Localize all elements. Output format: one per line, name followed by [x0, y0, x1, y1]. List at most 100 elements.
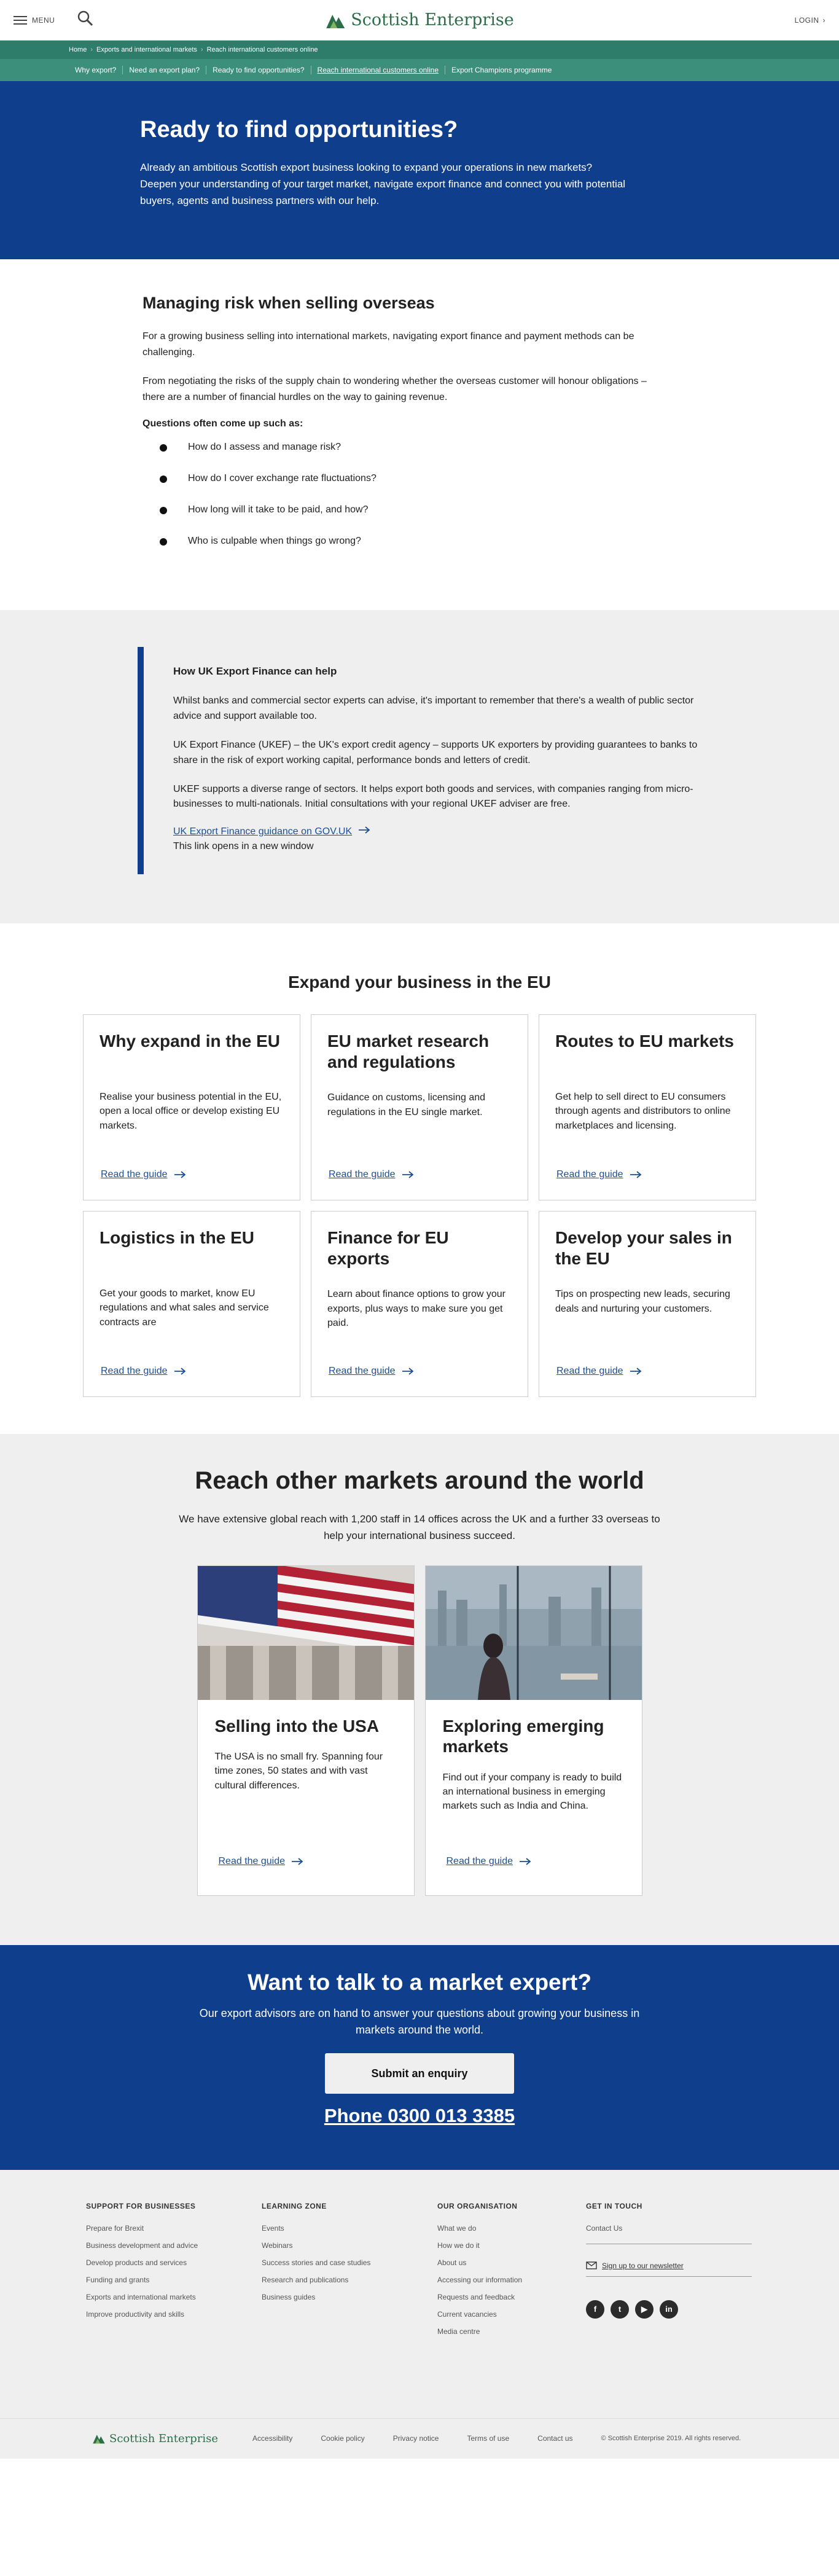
card-text: Get your goods to market, know EU regula… — [100, 1288, 269, 1328]
footer-privacy-link[interactable]: Privacy notice — [393, 2434, 439, 2443]
footer-link[interactable]: Exports and international markets — [86, 2293, 262, 2301]
chevron-right-icon: › — [822, 15, 825, 25]
expert-cta: Want to talk to a market expert? Our exp… — [0, 1944, 839, 2170]
footer-terms-link[interactable]: Terms of use — [467, 2434, 509, 2443]
read-guide-link[interactable]: Read the guide — [447, 1856, 532, 1867]
risk-title: Managing risk when selling overseas — [142, 294, 435, 312]
read-guide-link[interactable]: Read the guide — [219, 1856, 304, 1867]
card-title: Develop your sales in the EU — [555, 1228, 732, 1268]
footer-link[interactable]: Improve productivity and skills — [86, 2310, 262, 2319]
read-guide-link[interactable]: Read the guide — [329, 1169, 414, 1180]
subnav-why-export[interactable]: Why export? — [69, 66, 123, 74]
footer-link[interactable]: Events — [262, 2224, 437, 2233]
footer-link[interactable]: Accessing our information — [437, 2276, 586, 2284]
breadcrumb-current: Reach international customers online — [206, 46, 318, 53]
subnav-reach-online[interactable]: Reach international customers online — [311, 66, 445, 74]
youtube-icon[interactable]: ▶ — [635, 2300, 654, 2319]
footer-link[interactable]: Develop products and services — [86, 2258, 262, 2267]
arrow-right-icon — [358, 826, 370, 837]
footer-heading: GET IN TOUCH — [586, 2201, 642, 2210]
ukef-paragraph-3: UKEF supports a diverse range of sectors… — [173, 783, 693, 810]
footer-link[interactable]: Prepare for Brexit — [86, 2224, 262, 2233]
card-title: Finance for EU exports — [327, 1228, 449, 1268]
menu-button[interactable]: MENU — [14, 15, 55, 25]
footer-link[interactable]: Research and publications — [262, 2276, 437, 2284]
footer-link[interactable]: Contact Us — [586, 2224, 762, 2233]
login-button[interactable]: LOGIN › — [795, 16, 825, 25]
guide-card-emerging-markets[interactable]: Exploring emerging markets Find out if y… — [424, 1565, 642, 1896]
new-window-note: This link opens in a new window — [173, 841, 314, 852]
card-text: Get help to sell direct to EU consumers … — [555, 1092, 731, 1131]
card-text: Learn about finance options to grow your… — [327, 1289, 505, 1328]
guide-card-routes[interactable]: Routes to EU markets Get help to sell di… — [539, 1014, 756, 1201]
facebook-icon[interactable]: f — [586, 2300, 604, 2319]
footer-link[interactable]: Media centre — [437, 2327, 586, 2336]
market-cards: Selling into the USA The USA is no small… — [0, 1565, 839, 1896]
ukef-guidance-link[interactable]: UK Export Finance guidance on GOV.UK — [173, 826, 709, 837]
read-guide-label: Read the guide — [329, 1366, 396, 1377]
read-guide-link[interactable]: Read the guide — [101, 1169, 186, 1180]
twitter-icon[interactable]: t — [611, 2300, 629, 2319]
footer-accessibility-link[interactable]: Accessibility — [252, 2434, 292, 2443]
read-guide-label: Read the guide — [101, 1169, 168, 1180]
cta-text: Our export advisors are on hand to answe… — [199, 2006, 640, 2036]
logo[interactable]: Scottish Enterprise — [325, 10, 514, 29]
breadcrumb-exports[interactable]: Exports and international markets — [96, 46, 197, 53]
chevron-right-icon: › — [90, 46, 93, 53]
footer-col-learning: LEARNING ZONE Events Webinars Success st… — [262, 2202, 437, 2344]
footer-link[interactable]: About us — [437, 2258, 586, 2267]
site-header: MENU Scottish Enterprise LOGIN › — [0, 0, 839, 41]
guide-card-logistics[interactable]: Logistics in the EU Get your goods to ma… — [83, 1211, 300, 1398]
arrow-right-icon — [630, 1368, 641, 1375]
list-item: How do I assess and manage risk? — [160, 442, 839, 453]
newsletter-link[interactable]: Sign up to our newsletter — [586, 2250, 762, 2270]
footer-heading: LEARNING ZONE — [262, 2201, 327, 2210]
footer-link[interactable]: What we do — [437, 2224, 586, 2233]
managing-risk-section: Managing risk when selling overseas For … — [0, 259, 839, 610]
submit-enquiry-button[interactable]: Submit an enquiry — [325, 2053, 514, 2094]
footer-cookie-link[interactable]: Cookie policy — [321, 2434, 364, 2443]
hero-text: Already an ambitious Scottish export bus… — [140, 162, 626, 207]
arrow-right-icon — [402, 1171, 413, 1178]
footer-logo[interactable]: Scottish Enterprise — [92, 2432, 218, 2445]
page-title: Ready to find opportunities? — [140, 117, 458, 143]
arrow-right-icon — [174, 1368, 185, 1375]
usa-flag-image — [197, 1565, 414, 1700]
footer-link[interactable]: How we do it — [437, 2241, 586, 2250]
footer-link[interactable]: Business development and advice — [86, 2241, 262, 2250]
list-item: Who is culpable when things go wrong? — [160, 536, 839, 547]
footer-link[interactable]: Current vacancies — [437, 2310, 586, 2319]
footer-contact-link[interactable]: Contact us — [537, 2434, 572, 2443]
guide-card-eu-research[interactable]: EU market research and regulations Guida… — [311, 1014, 528, 1201]
breadcrumb-home[interactable]: Home — [69, 46, 87, 53]
subnav-find-opportunities[interactable]: Ready to find opportunities? — [206, 66, 311, 74]
phone-link[interactable]: Phone 0300 013 3385 — [0, 2105, 839, 2127]
read-guide-link[interactable]: Read the guide — [101, 1366, 186, 1377]
chevron-right-icon: › — [200, 46, 203, 53]
questions-list: How do I assess and manage risk? How do … — [160, 442, 839, 547]
footer-link[interactable]: Requests and feedback — [437, 2293, 586, 2301]
search-icon[interactable] — [77, 10, 94, 30]
list-item: How do I cover exchange rate fluctuation… — [160, 473, 839, 484]
footer-link[interactable]: Webinars — [262, 2241, 437, 2250]
linkedin-icon[interactable]: in — [660, 2300, 678, 2319]
subnav-export-champions[interactable]: Export Champions programme — [445, 66, 558, 74]
guide-card-finance[interactable]: Finance for EU exports Learn about finan… — [311, 1211, 528, 1398]
eu-cards: Why expand in the EU Realise your busine… — [0, 1014, 839, 1398]
read-guide-link[interactable]: Read the guide — [329, 1366, 414, 1377]
read-guide-link[interactable]: Read the guide — [556, 1169, 642, 1180]
read-guide-link[interactable]: Read the guide — [556, 1366, 642, 1377]
footer-link[interactable]: Success stories and case studies — [262, 2258, 437, 2267]
card-title: EU market research and regulations — [327, 1032, 490, 1071]
subnav-export-plan[interactable]: Need an export plan? — [123, 66, 207, 74]
guide-card-why-expand[interactable]: Why expand in the EU Realise your busine… — [83, 1014, 300, 1201]
arrow-right-icon — [520, 1857, 531, 1865]
footer-link[interactable]: Business guides — [262, 2293, 437, 2301]
guide-card-develop-sales[interactable]: Develop your sales in the EU Tips on pro… — [539, 1211, 756, 1398]
read-guide-label: Read the guide — [218, 1855, 286, 1866]
breadcrumb: Home › Exports and international markets… — [0, 41, 839, 59]
footer-col-organisation: OUR ORGANISATION What we do How we do it… — [437, 2202, 586, 2344]
guide-card-usa[interactable]: Selling into the USA The USA is no small… — [197, 1565, 415, 1896]
ukef-link-label: UK Export Finance guidance on GOV.UK — [173, 826, 353, 837]
footer-link[interactable]: Funding and grants — [86, 2276, 262, 2284]
